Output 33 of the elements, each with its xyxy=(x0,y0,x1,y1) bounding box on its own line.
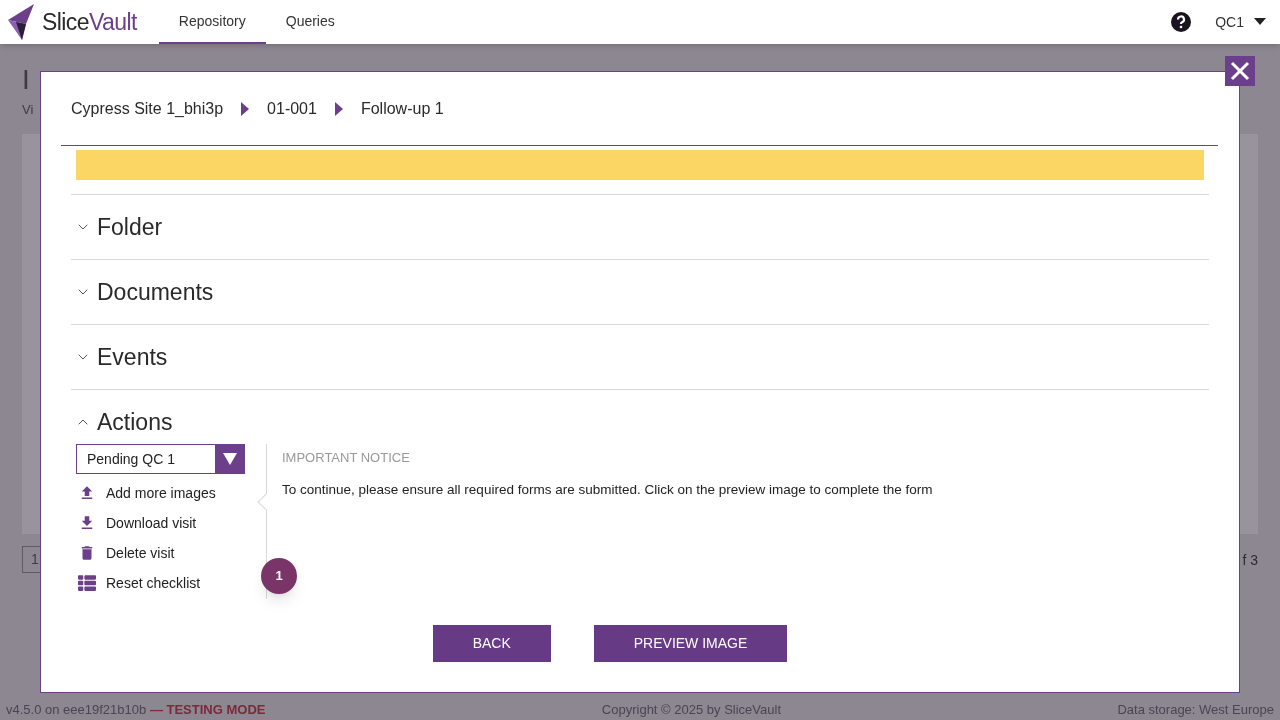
caret-icon xyxy=(1254,18,1266,26)
notice-title: IMPORTANT NOTICE xyxy=(282,449,411,467)
user-menu[interactable]: QC1 xyxy=(1205,11,1266,33)
nav-tab[interactable]: Repository xyxy=(158,0,266,44)
dialog-button[interactable]: BACK xyxy=(432,625,551,662)
version-text: v4.5.0 on eee19f21b10b — TESTING MODE xyxy=(6,701,266,720)
copyright-text: Copyright © 2025 by SliceVault xyxy=(601,701,781,720)
status-select[interactable]: Pending QC 1 xyxy=(76,444,245,474)
breadcrumb-item[interactable]: 01-001 xyxy=(267,96,317,121)
dialog-button[interactable]: PREVIEW IMAGE xyxy=(593,625,788,662)
section-header[interactable]: Events xyxy=(71,325,168,389)
storage-text: Data storage: West Europe xyxy=(1117,701,1274,720)
breadcrumb-item[interactable]: Cypress Site 1_bhi3p xyxy=(71,96,224,121)
action-link[interactable]: Download visit xyxy=(76,508,266,538)
action-link[interactable]: Add more images xyxy=(76,478,266,508)
close-button[interactable] xyxy=(1225,56,1255,86)
notice-text: To continue, please ensure all required forms are submitted. Click on the preview image to complete the form xyxy=(282,480,933,499)
caret-icon xyxy=(222,453,237,465)
logo-text: SliceVault xyxy=(42,7,137,37)
page-subtitle: Vi xyxy=(22,101,34,119)
pager-total: f 3 xyxy=(1242,550,1258,570)
page-heading: I xyxy=(22,66,30,94)
logo-icon xyxy=(6,4,36,40)
help-icon[interactable] xyxy=(1171,12,1192,32)
list-icon xyxy=(78,574,96,592)
close-icon xyxy=(1230,61,1250,81)
breadcrumb-arrow-icon xyxy=(241,101,250,116)
section-header[interactable]: Documents xyxy=(71,260,214,324)
breadcrumb-item[interactable]: Follow-up 1 xyxy=(360,96,444,121)
step-badge: 1 xyxy=(261,558,297,594)
section-header[interactable]: Folder xyxy=(71,195,163,259)
breadcrumb-arrow-icon xyxy=(334,101,343,116)
nav-tab[interactable]: Queries xyxy=(265,0,355,44)
